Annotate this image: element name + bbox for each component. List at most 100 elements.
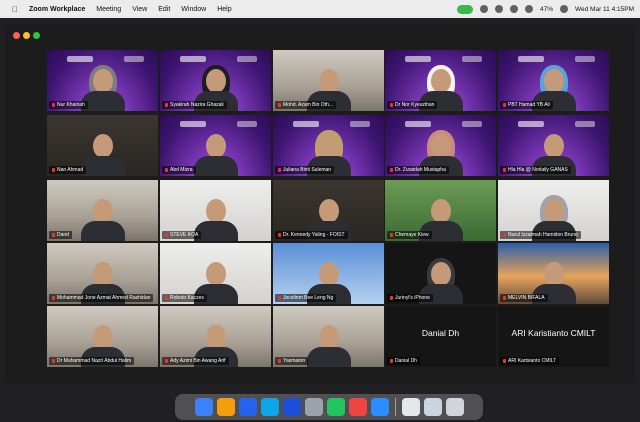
- participant-tile[interactable]: PBT Hamad YB Ali: [498, 50, 609, 111]
- participant-tile[interactable]: MELVIN BIFALA: [498, 243, 609, 304]
- background-logo-icon: [518, 56, 544, 62]
- participant-tile[interactable]: Jurinyl's iPhone: [385, 243, 496, 304]
- participant-name: Danial Dh: [395, 358, 417, 364]
- participant-tile[interactable]: Yasmaton: [273, 306, 384, 367]
- mic-muted-icon: [278, 167, 281, 172]
- participant-name: Ady Azimi Bin Awang Arif: [170, 358, 226, 364]
- background-logo-icon: [462, 56, 482, 62]
- menu-help[interactable]: Help: [217, 6, 231, 13]
- participant-name: Nan Ahmad: [57, 167, 84, 173]
- record-icon[interactable]: [479, 5, 488, 13]
- menu-app-zoom[interactable]: Zoom Workplace: [29, 6, 85, 13]
- participant-name-label: Syakirah Nazira Ghazali: [162, 101, 227, 109]
- participant-tile[interactable]: Dr. Kennedy Yaling - FOIST: [273, 180, 384, 241]
- messages-icon[interactable]: [326, 398, 345, 416]
- participant-tile[interactable]: Hla Hla @ Norlaily GANAS: [498, 115, 609, 176]
- menu-bar:  Zoom Workplace Meeting View Edit Windo…: [0, 0, 640, 18]
- participant-tile[interactable]: Nur Khairiah: [47, 50, 158, 111]
- participant-name: Nur Khairiah: [57, 102, 85, 108]
- participant-name-label: Nurul Izzatmah Hamidon Bruno: [500, 231, 581, 239]
- photos-icon[interactable]: [216, 398, 235, 416]
- menu-window[interactable]: Window: [181, 6, 206, 13]
- keyboard-icon[interactable]: [423, 398, 442, 416]
- participant-name-label: Dand: [49, 231, 72, 239]
- participant-name-label: Danial Dh: [387, 357, 420, 365]
- music-icon[interactable]: [348, 398, 367, 416]
- participant-name: Nurul Izzatmah Hamidon Bruno: [508, 232, 578, 238]
- menu-view[interactable]: View: [132, 6, 147, 13]
- zoom-status-icon[interactable]: [456, 4, 473, 14]
- participant-tile[interactable]: Mohammad Jone Azmat Ahmed Rashidan: [47, 243, 158, 304]
- system-settings-icon[interactable]: [304, 398, 323, 416]
- participant-name: Abd Mizra: [170, 167, 193, 173]
- participant-tile[interactable]: Dand: [47, 180, 158, 241]
- participant-tile[interactable]: ARI Karistianto CMILT ARI Kartsianto CMIL…: [498, 306, 609, 367]
- menu-edit[interactable]: Edit: [158, 6, 170, 13]
- participant-name-label: STEVE KOA: [162, 231, 202, 239]
- mic-muted-icon: [165, 232, 168, 237]
- participant-tile[interactable]: Jocelinm Bee Leng Ng: [273, 243, 384, 304]
- mic-muted-icon: [503, 167, 506, 172]
- battery-indicator[interactable]: 47%: [540, 6, 553, 13]
- participant-tile[interactable]: Chemaye Kiew: [385, 180, 496, 241]
- menu-meeting[interactable]: Meeting: [96, 6, 121, 13]
- finder-icon[interactable]: [194, 398, 213, 416]
- participant-tile[interactable]: STEVE KOA: [160, 180, 271, 241]
- participant-name: Dr Muhammad Nazri Abdul Halim: [57, 358, 132, 364]
- background-logo-icon: [67, 56, 93, 62]
- wifi-icon[interactable]: [509, 5, 518, 13]
- background-logo-icon: [405, 56, 431, 62]
- app-store-icon[interactable]: [238, 398, 257, 416]
- participant-name-label: Dr. Zuraidah Mustapha: [387, 166, 449, 174]
- control-center-icon[interactable]: [524, 5, 533, 13]
- participant-tile[interactable]: Dr Nor Kyeuzihan: [385, 50, 496, 111]
- participant-name: Mohd. Azam Bin Oth...: [283, 102, 334, 108]
- siri-icon[interactable]: [559, 5, 568, 13]
- mic-muted-icon: [390, 167, 393, 172]
- participant-tile[interactable]: Ady Azimi Bin Awang Arif: [160, 306, 271, 367]
- mic-muted-icon: [503, 358, 506, 363]
- mic-muted-icon: [503, 102, 506, 107]
- participant-name-label: Nur Khairiah: [49, 101, 88, 109]
- participant-name-label: Roboto Kaczes: [162, 294, 207, 302]
- desktop-screen:  Zoom Workplace Meeting View Edit Windo…: [0, 0, 640, 422]
- participant-tile[interactable]: Juliana Binti Suleman: [273, 115, 384, 176]
- mic-muted-icon: [52, 232, 55, 237]
- safari-icon[interactable]: [260, 398, 279, 416]
- participant-video-person: [80, 193, 125, 241]
- dock: [175, 394, 483, 420]
- participant-name-label: Juliana Binti Suleman: [275, 166, 335, 174]
- participant-name-label: Chemaye Kiew: [387, 231, 432, 239]
- participant-name: Dand: [57, 232, 69, 238]
- window-minimize-button[interactable]: [23, 32, 30, 39]
- menubar-clock[interactable]: Wed Mar 11 4:15PM: [575, 6, 634, 13]
- participant-tile[interactable]: Nurul Izzatmah Hamidon Bruno: [498, 180, 609, 241]
- participant-name-label: Ady Azimi Bin Awang Arif: [162, 357, 229, 365]
- window-close-button[interactable]: [13, 32, 20, 39]
- mic-muted-icon: [390, 295, 393, 300]
- participant-tile[interactable]: Syakirah Nazira Ghazali: [160, 50, 271, 111]
- participant-name-label: Dr Nor Kyeuzihan: [387, 101, 438, 109]
- participant-tile[interactable]: Nan Ahmad: [47, 115, 158, 176]
- zoom-icon[interactable]: [370, 398, 389, 416]
- trash-icon[interactable]: [445, 398, 464, 416]
- participant-tile[interactable]: Dr Muhammad Nazri Abdul Halim: [47, 306, 158, 367]
- participant-tile[interactable]: Abd Mizra: [160, 115, 271, 176]
- mic-muted-icon: [390, 358, 393, 363]
- background-logo-icon: [237, 121, 257, 127]
- background-logo-icon: [350, 121, 370, 127]
- apple-menu-icon[interactable]: : [12, 5, 18, 14]
- mail-icon[interactable]: [282, 398, 301, 416]
- window-zoom-button[interactable]: [33, 32, 40, 39]
- participant-name-label: MELVIN BIFALA: [500, 294, 548, 302]
- participant-tile[interactable]: Roboto Kaczes: [160, 243, 271, 304]
- participant-name-label: ARI Kartsianto CMILT: [500, 357, 560, 365]
- dock-separator: [394, 398, 396, 416]
- participant-video-person: [80, 128, 125, 176]
- participant-tile[interactable]: Mohd. Azam Bin Oth...: [273, 50, 384, 111]
- preview-icon[interactable]: [401, 398, 420, 416]
- cloud-icon[interactable]: [494, 5, 503, 13]
- background-logo-icon: [405, 121, 431, 127]
- participant-tile[interactable]: Dr. Zuraidah Mustapha: [385, 115, 496, 176]
- participant-tile[interactable]: Danial Dh Danial Dh: [385, 306, 496, 367]
